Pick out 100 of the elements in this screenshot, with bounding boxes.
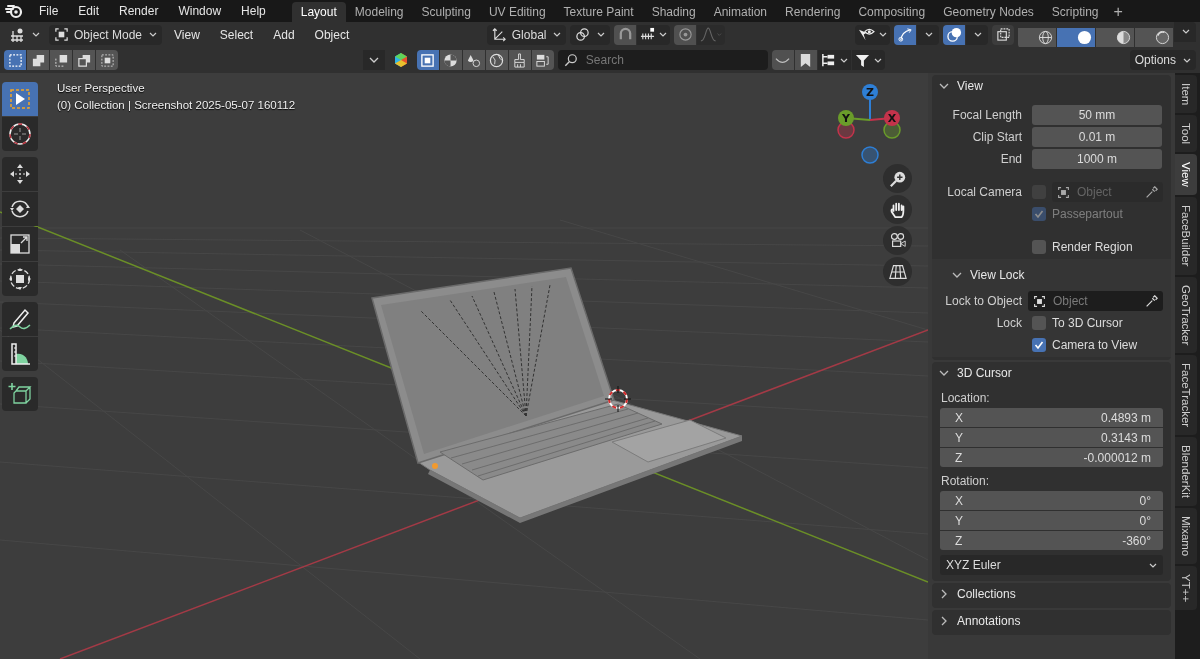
perspective-button[interactable]: [883, 257, 912, 286]
menu-item[interactable]: File: [29, 1, 69, 21]
tool-button[interactable]: [2, 302, 38, 336]
menu-item[interactable]: Add: [265, 24, 303, 45]
shading-dropdown[interactable]: [1174, 21, 1196, 42]
negative-axis-handle[interactable]: [837, 121, 855, 139]
filter-button[interactable]: [439, 50, 462, 70]
shading-button[interactable]: [1018, 27, 1056, 48]
eyedropper-icon[interactable]: [1145, 294, 1158, 308]
select-mode-button[interactable]: [27, 50, 49, 70]
number-field[interactable]: Y 0°: [940, 511, 1163, 530]
panel-header[interactable]: View: [932, 75, 1171, 97]
bookmark-button[interactable]: [794, 50, 817, 70]
sidebar-tab[interactable]: YT++: [1175, 566, 1197, 611]
sidebar-tab[interactable]: FaceTracker: [1175, 354, 1197, 435]
menu-item[interactable]: Window: [168, 1, 232, 21]
overlays-toggle[interactable]: [943, 24, 965, 45]
menu-item[interactable]: View: [166, 24, 208, 45]
xray-button[interactable]: [992, 24, 1014, 45]
filter-button[interactable]: [462, 50, 485, 70]
workspace-tab[interactable]: Modeling: [345, 2, 413, 22]
filter-dropdown[interactable]: [851, 50, 885, 70]
add-workspace-button[interactable]: +: [1107, 2, 1129, 22]
tool-button[interactable]: [2, 262, 38, 296]
number-field[interactable]: Y 0.3143 m: [940, 428, 1163, 447]
menu-item[interactable]: Render: [109, 1, 169, 21]
sidebar-tab[interactable]: FaceBuilder: [1175, 197, 1197, 275]
color-hexagon-icon[interactable]: [392, 52, 409, 68]
menu-item[interactable]: Select: [211, 24, 262, 45]
snap-button[interactable]: [614, 24, 637, 45]
axis-handle[interactable]: Z: [862, 84, 878, 121]
tool-button[interactable]: [2, 377, 38, 411]
collapse-button[interactable]: [362, 50, 385, 70]
rotation-mode-dropdown[interactable]: XYZ Euler: [940, 555, 1163, 575]
number-field[interactable]: Z -0.000012 m: [940, 448, 1163, 467]
proportional-edit-button[interactable]: [674, 24, 697, 45]
workspace-tab[interactable]: Texture Paint: [554, 2, 643, 22]
negative-axis-handle[interactable]: [883, 121, 901, 139]
number-field[interactable]: X 0°: [940, 491, 1163, 510]
number-field[interactable]: 0.01 m: [1032, 127, 1162, 147]
subpanel-header[interactable]: View Lock: [932, 265, 1025, 285]
sidebar-tab[interactable]: BlenderKit: [1175, 437, 1197, 507]
sidebar-tab[interactable]: Mixamo: [1175, 508, 1197, 565]
curve-button[interactable]: [771, 50, 794, 70]
search-field[interactable]: Search: [557, 50, 768, 70]
gizmos-toggle[interactable]: [894, 24, 916, 45]
orientation-dropdown[interactable]: Global: [486, 24, 567, 45]
options-dropdown[interactable]: Options: [1129, 50, 1196, 70]
checkbox[interactable]: [1032, 316, 1046, 330]
hierarchy-dropdown[interactable]: [817, 50, 851, 70]
filter-button[interactable]: [508, 50, 531, 70]
tool-button[interactable]: [2, 82, 38, 116]
workspace-tab[interactable]: Animation: [704, 2, 777, 22]
zoom-button[interactable]: [883, 164, 912, 193]
menu-item[interactable]: Object: [306, 24, 358, 45]
shading-button[interactable]: [1135, 27, 1173, 48]
workspace-tab[interactable]: Sculpting: [412, 2, 480, 22]
sidebar-tab[interactable]: GeoTracker: [1175, 276, 1197, 353]
pan-button[interactable]: [883, 195, 912, 224]
sidebar-tab[interactable]: Item: [1175, 75, 1197, 114]
select-mode-button[interactable]: [4, 50, 26, 70]
sidebar-tab[interactable]: View: [1175, 154, 1197, 196]
select-mode-button[interactable]: [73, 50, 95, 70]
number-field[interactable]: 50 mm: [1032, 105, 1162, 125]
object-input[interactable]: Object: [1051, 293, 1140, 309]
checkbox[interactable]: [1032, 240, 1046, 254]
select-mode-button[interactable]: [96, 50, 118, 70]
panel-header[interactable]: 3D Cursor: [932, 362, 1171, 384]
tool-button[interactable]: [2, 117, 38, 151]
shading-button[interactable]: [1096, 27, 1134, 48]
pivot-dropdown[interactable]: [570, 24, 611, 45]
visibility-dropdown[interactable]: [855, 24, 890, 45]
mode-dropdown[interactable]: Object Mode: [49, 24, 163, 45]
axis-handle[interactable]: Y: [838, 110, 871, 126]
number-field[interactable]: X 0.4893 m: [940, 408, 1163, 427]
select-mode-button[interactable]: [50, 50, 72, 70]
number-field[interactable]: 1000 m: [1032, 149, 1162, 169]
workspace-tab[interactable]: Rendering: [776, 2, 850, 22]
workspace-tab[interactable]: Geometry Nodes: [934, 2, 1043, 22]
tool-button[interactable]: [2, 227, 38, 261]
object-field[interactable]: Object: [1028, 291, 1163, 311]
workspace-tab[interactable]: Shading: [642, 2, 705, 22]
workspace-tab[interactable]: Scripting: [1042, 2, 1108, 22]
filter-button[interactable]: [531, 50, 554, 70]
number-field[interactable]: Z -360°: [940, 531, 1163, 550]
panel-header[interactable]: Collections: [932, 583, 1171, 605]
workspace-tab[interactable]: Compositing: [849, 2, 935, 22]
workspace-tab[interactable]: Layout: [291, 2, 346, 22]
camera-view-button[interactable]: [883, 226, 912, 255]
panel-header[interactable]: Annotations: [932, 610, 1171, 632]
tool-button[interactable]: [2, 337, 38, 371]
snap-target-dropdown[interactable]: [637, 24, 671, 45]
negative-axis-handle[interactable]: [861, 146, 879, 164]
filter-button[interactable]: [416, 50, 439, 70]
workspace-tab[interactable]: UV Editing: [479, 2, 555, 22]
menu-item[interactable]: Help: [231, 1, 276, 21]
sidebar-tab[interactable]: Tool: [1175, 115, 1197, 153]
search-input[interactable]: Search: [583, 52, 748, 68]
tool-button[interactable]: [2, 192, 38, 226]
shading-button[interactable]: [1057, 27, 1095, 48]
